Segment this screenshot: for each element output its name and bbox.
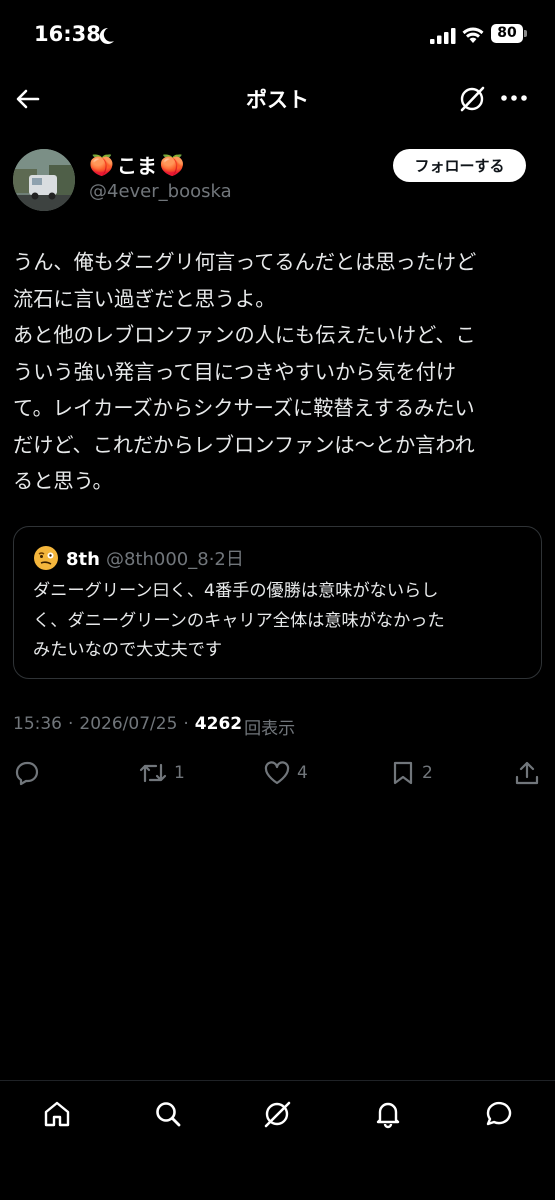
quote-time: 2日: [214, 549, 244, 570]
quote-header: 8th @8th000_8 · 2日: [66, 545, 244, 571]
post-date: 2026/07/25: [79, 714, 178, 734]
quote-text: ダニーグリーン曰く、4番手の優勝は意味がないらし く、ダニーグリーンのキャリア全…: [33, 581, 445, 660]
like-icon: [264, 761, 290, 785]
author-name[interactable]: 🍑 こま 🍑: [89, 150, 185, 179]
views-group[interactable]: 4262 回表示: [195, 714, 295, 739]
repost-button[interactable]: 1: [138, 760, 185, 786]
peach-emoji-left: 🍑: [89, 152, 114, 177]
share-icon: [515, 761, 539, 785]
author-name-text: こま: [116, 154, 157, 178]
reply-button[interactable]: [14, 760, 46, 786]
post-text: うん、俺もダニグリ何言ってるんだとは思ったけど 流石に言い過ぎだと思うよ。 あと…: [13, 250, 477, 493]
grok-tab-icon[interactable]: [262, 1099, 292, 1129]
like-count: 4: [297, 763, 308, 783]
signal-icon: [430, 28, 456, 44]
notifications-icon[interactable]: [373, 1099, 403, 1129]
status-time: 16:38: [34, 22, 101, 46]
moon-icon: [96, 26, 116, 46]
bookmark-count: 2: [422, 763, 433, 783]
tab-bar-divider: [0, 1080, 555, 1081]
grok-icon[interactable]: [458, 85, 486, 113]
bookmark-icon: [393, 761, 413, 785]
bookmark-button[interactable]: 2: [390, 760, 433, 786]
quote-author-name: 8th: [66, 549, 100, 570]
like-button[interactable]: 4: [263, 760, 308, 786]
repost-count: 1: [174, 763, 185, 783]
battery-tip: [524, 30, 527, 37]
repost-icon: [139, 763, 167, 783]
reply-icon: [15, 761, 39, 786]
avatar[interactable]: [13, 149, 75, 211]
peach-emoji-right: 🍑: [159, 152, 185, 177]
battery-indicator: 80: [491, 24, 523, 43]
meta-separator: ·: [68, 714, 74, 734]
view-count: 4262: [194, 714, 243, 734]
quote-avatar: [33, 545, 59, 571]
more-icon[interactable]: [500, 88, 528, 108]
views-label: 回表示: [244, 719, 296, 739]
post-meta: 15:36 · 2026/07/25 · 4262 回表示: [13, 714, 295, 739]
follow-button[interactable]: フォローする: [393, 149, 526, 182]
quote-author-handle: @8th000_8: [105, 549, 209, 570]
author-handle[interactable]: @4ever_booska: [89, 181, 232, 202]
wifi-icon: [461, 26, 485, 44]
share-button[interactable]: [514, 760, 540, 786]
post-time: 15:36: [13, 714, 62, 734]
meta-separator-2: ·: [183, 714, 189, 734]
search-icon[interactable]: [153, 1099, 183, 1129]
home-icon[interactable]: [42, 1099, 72, 1129]
messages-icon[interactable]: [484, 1099, 514, 1129]
